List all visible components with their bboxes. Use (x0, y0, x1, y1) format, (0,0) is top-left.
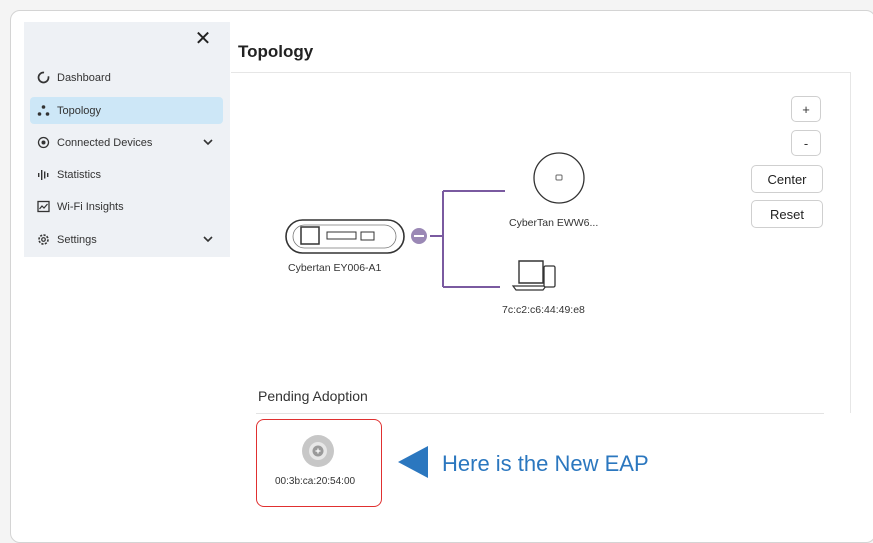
pending-divider (256, 413, 824, 414)
topology-links (430, 190, 505, 288)
router-icon[interactable] (285, 219, 405, 254)
callout-text: Here is the New EAP (442, 451, 649, 476)
access-point-label: CyberTan EWW6... (509, 217, 599, 229)
router-label: Cybertan EY006-A1 (288, 262, 382, 274)
laptop-phone-icon[interactable] (511, 260, 556, 291)
collapse-node-button[interactable] (411, 228, 427, 244)
pending-device-card[interactable] (256, 419, 382, 507)
callout-arrow-icon (398, 446, 428, 478)
topology-graph (285, 152, 585, 478)
pending-device-mac: 00:3b:ca:20:54:00 (275, 476, 356, 487)
pending-adoption-title: Pending Adoption (258, 388, 368, 404)
access-point-icon[interactable] (533, 152, 585, 204)
client-label: 7c:c2:c6:44:49:e8 (502, 304, 585, 316)
